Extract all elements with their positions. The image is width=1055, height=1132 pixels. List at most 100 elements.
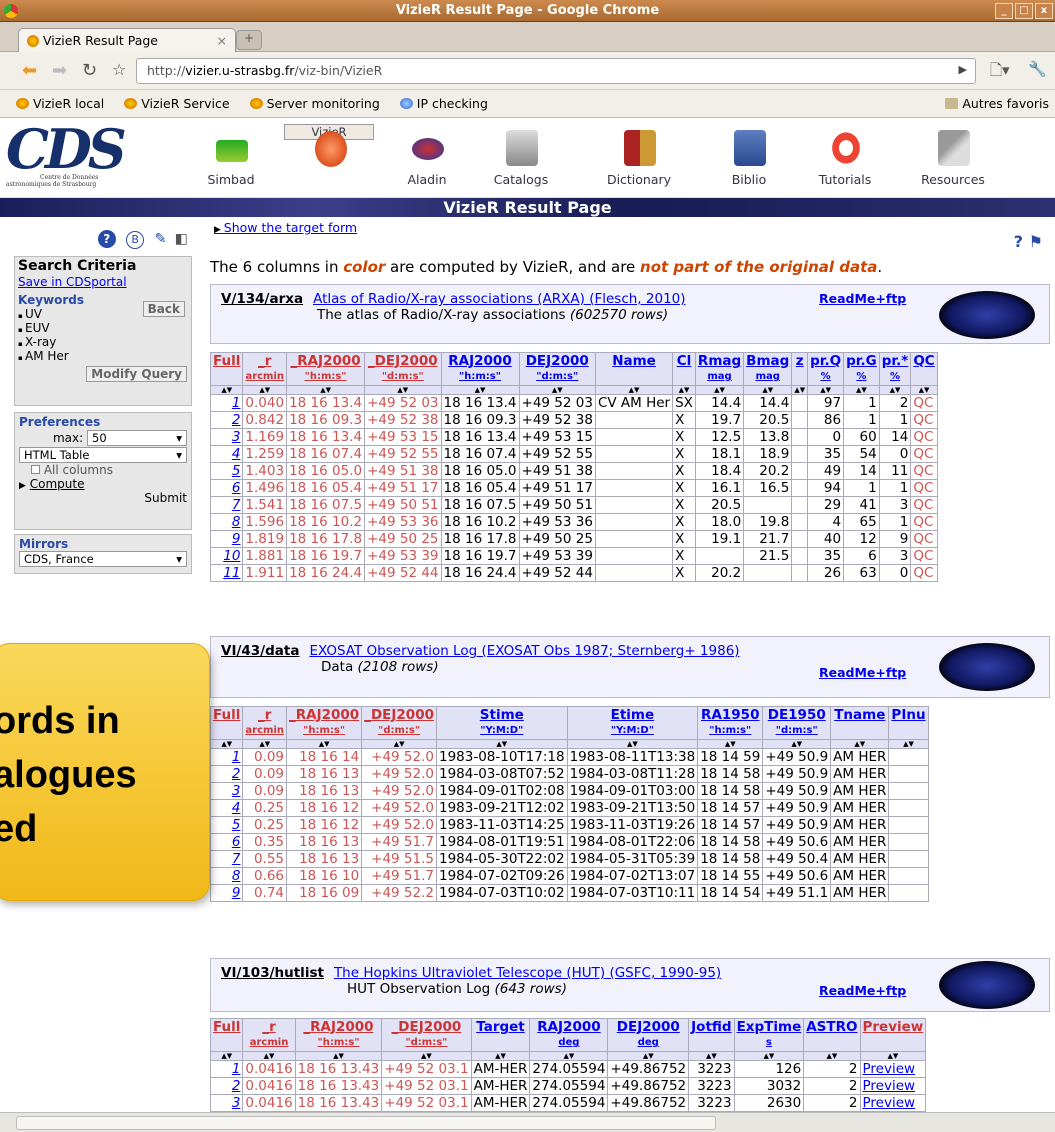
sort-arrows-icon[interactable]: ▲▼ [518, 385, 596, 395]
table-cell[interactable]: 1 [209, 394, 244, 412]
sort-arrows-icon[interactable]: ▲▼ [242, 385, 288, 395]
bookmark-server-monitoring[interactable]: Server monitoring [250, 90, 380, 118]
sky-map-image[interactable] [939, 291, 1035, 339]
bookmark-b-icon[interactable]: B [126, 231, 145, 249]
table-cell[interactable]: 6 [209, 833, 244, 851]
table-cell[interactable]: 1 [209, 748, 244, 766]
sort-arrows-icon[interactable]: ▲▼ [807, 385, 845, 395]
column-header[interactable]: _DEJ2000 "d:m:s" [364, 352, 442, 386]
detach-icon[interactable]: ◧ [175, 231, 188, 247]
sort-arrows-icon[interactable]: ▲▼ [743, 385, 793, 395]
format-select[interactable]: HTML Table ▾ [19, 447, 187, 463]
save-cdsportal-link[interactable]: Save in CDSportal [15, 275, 191, 289]
table-cell[interactable]: 5 [209, 816, 244, 834]
table-cell[interactable]: Preview [859, 1094, 927, 1112]
column-header[interactable]: Tname [830, 706, 890, 740]
sort-arrows-icon[interactable]: ▲▼ [878, 385, 912, 395]
catalog-title-link[interactable]: The Hopkins Ultraviolet Telescope (HUT) … [334, 965, 721, 981]
sort-arrows-icon[interactable]: ▲▼ [361, 739, 437, 749]
column-header[interactable]: RAJ2000 "h:m:s" [440, 352, 520, 386]
sort-arrows-icon[interactable]: ▲▼ [830, 739, 890, 749]
horizontal-scrollbar[interactable] [0, 1112, 1055, 1132]
column-header[interactable]: RAJ2000 deg [529, 1018, 609, 1052]
column-header[interactable]: z [791, 352, 809, 386]
mirror-select[interactable]: CDS, France ▾ [19, 551, 187, 567]
table-cell[interactable]: 9 [209, 884, 244, 902]
catalog-code[interactable]: VI/43/data [221, 643, 299, 659]
column-header[interactable]: _DEJ2000 "d:m:s" [381, 1018, 472, 1052]
column-header[interactable]: _DEJ2000 "d:m:s" [361, 706, 437, 740]
sort-arrows-icon[interactable]: ▲▼ [435, 739, 568, 749]
sort-arrows-icon[interactable]: ▲▼ [762, 739, 832, 749]
column-header[interactable]: Target [470, 1018, 531, 1052]
column-header[interactable]: Bmag mag [743, 352, 793, 386]
sort-arrows-icon[interactable]: ▲▼ [566, 739, 699, 749]
table-cell[interactable]: 11 [209, 564, 244, 582]
table-cell[interactable]: Preview [859, 1060, 927, 1078]
show-target-form-link[interactable]: ▶ Show the target form [214, 220, 357, 235]
column-header[interactable]: _RAJ2000 "h:m:s" [294, 1018, 383, 1052]
maximize-button[interactable]: □ [1015, 3, 1033, 19]
column-header[interactable]: _r arcmin [242, 352, 288, 386]
column-header[interactable]: Jotfid [688, 1018, 735, 1052]
nav-tutorials[interactable]: Tutorials [800, 124, 890, 187]
readme-ftp-link[interactable]: ReadMe+ftp [819, 665, 906, 680]
column-header[interactable]: Full [209, 706, 244, 740]
max-select[interactable]: 50 ▾ [87, 430, 187, 446]
bookmark-star-icon[interactable]: ☆ [112, 60, 126, 79]
column-header[interactable]: Stime "Y:M:D" [435, 706, 568, 740]
sort-arrows-icon[interactable]: ▲▼ [803, 1051, 861, 1061]
column-header[interactable]: Full [209, 1018, 244, 1052]
bookmark-ip-checking[interactable]: IP checking [400, 90, 488, 118]
column-header[interactable]: _r arcmin [242, 706, 287, 740]
sort-arrows-icon[interactable]: ▲▼ [242, 1051, 296, 1061]
play-icon[interactable]: ▶ [959, 63, 967, 76]
readme-ftp-link[interactable]: ReadMe+ftp [819, 291, 906, 306]
nav-vizier[interactable]: VizieR [284, 124, 374, 167]
catalog-title-link[interactable]: Atlas of Radio/X-ray associations (ARXA)… [313, 291, 685, 307]
table-cell[interactable]: 2 [209, 411, 244, 429]
nav-biblio[interactable]: Biblio [704, 124, 794, 187]
column-header[interactable]: ExpTime s [733, 1018, 805, 1052]
table-cell[interactable]: 8 [209, 513, 244, 531]
bookmark-vizier-local[interactable]: VizieR local [16, 90, 104, 118]
sort-arrows-icon[interactable]: ▲▼ [859, 1051, 927, 1061]
modify-query-button[interactable]: Modify Query [86, 366, 187, 382]
sort-arrows-icon[interactable]: ▲▼ [294, 1051, 383, 1061]
minimize-button[interactable]: _ [995, 3, 1013, 19]
table-cell[interactable]: 3 [209, 428, 244, 446]
reload-icon[interactable]: ↻ [82, 60, 97, 81]
column-header[interactable]: _RAJ2000 "h:m:s" [286, 352, 366, 386]
table-cell[interactable]: 2 [209, 765, 244, 783]
all-columns-checkbox[interactable] [31, 465, 40, 474]
sort-arrows-icon[interactable]: ▲▼ [697, 739, 764, 749]
table-cell[interactable]: 7 [209, 496, 244, 514]
sort-arrows-icon[interactable]: ▲▼ [209, 385, 244, 395]
table-cell[interactable]: 2 [209, 1077, 244, 1095]
column-header[interactable]: DE1950 "d:m:s" [762, 706, 832, 740]
sort-arrows-icon[interactable]: ▲▼ [910, 385, 938, 395]
sort-arrows-icon[interactable]: ▲▼ [733, 1051, 805, 1061]
submit-button[interactable]: Submit [144, 491, 187, 505]
column-header[interactable]: pr.Q% [807, 352, 845, 386]
bookmark-vizier-service[interactable]: VizieR Service [124, 90, 229, 118]
sort-arrows-icon[interactable]: ▲▼ [242, 739, 287, 749]
sort-arrows-icon[interactable]: ▲▼ [470, 1051, 531, 1061]
other-bookmarks[interactable]: Autres favoris [945, 90, 1049, 118]
wrench-icon[interactable]: 🔧 [1028, 60, 1047, 78]
page-menu-icon[interactable]: 🗋▾ [990, 60, 1010, 85]
sort-arrows-icon[interactable]: ▲▼ [843, 385, 880, 395]
address-bar[interactable]: http://vizier.u-strasbg.fr/viz-bin/Vizie… [136, 58, 976, 84]
forward-arrow-icon[interactable]: ➡ [52, 60, 67, 81]
sort-arrows-icon[interactable]: ▲▼ [672, 385, 696, 395]
column-header[interactable]: _r arcmin [242, 1018, 296, 1052]
sky-map-image[interactable] [939, 961, 1035, 1009]
sort-arrows-icon[interactable]: ▲▼ [209, 739, 244, 749]
help-icon[interactable]: ? [97, 230, 116, 248]
column-header[interactable]: Etime "Y:M:D" [566, 706, 699, 740]
sky-map-image[interactable] [939, 643, 1035, 691]
sort-arrows-icon[interactable]: ▲▼ [440, 385, 520, 395]
column-header[interactable]: PInu [888, 706, 929, 740]
column-header[interactable]: _RAJ2000 "h:m:s" [285, 706, 363, 740]
column-header[interactable]: Full [209, 352, 244, 386]
